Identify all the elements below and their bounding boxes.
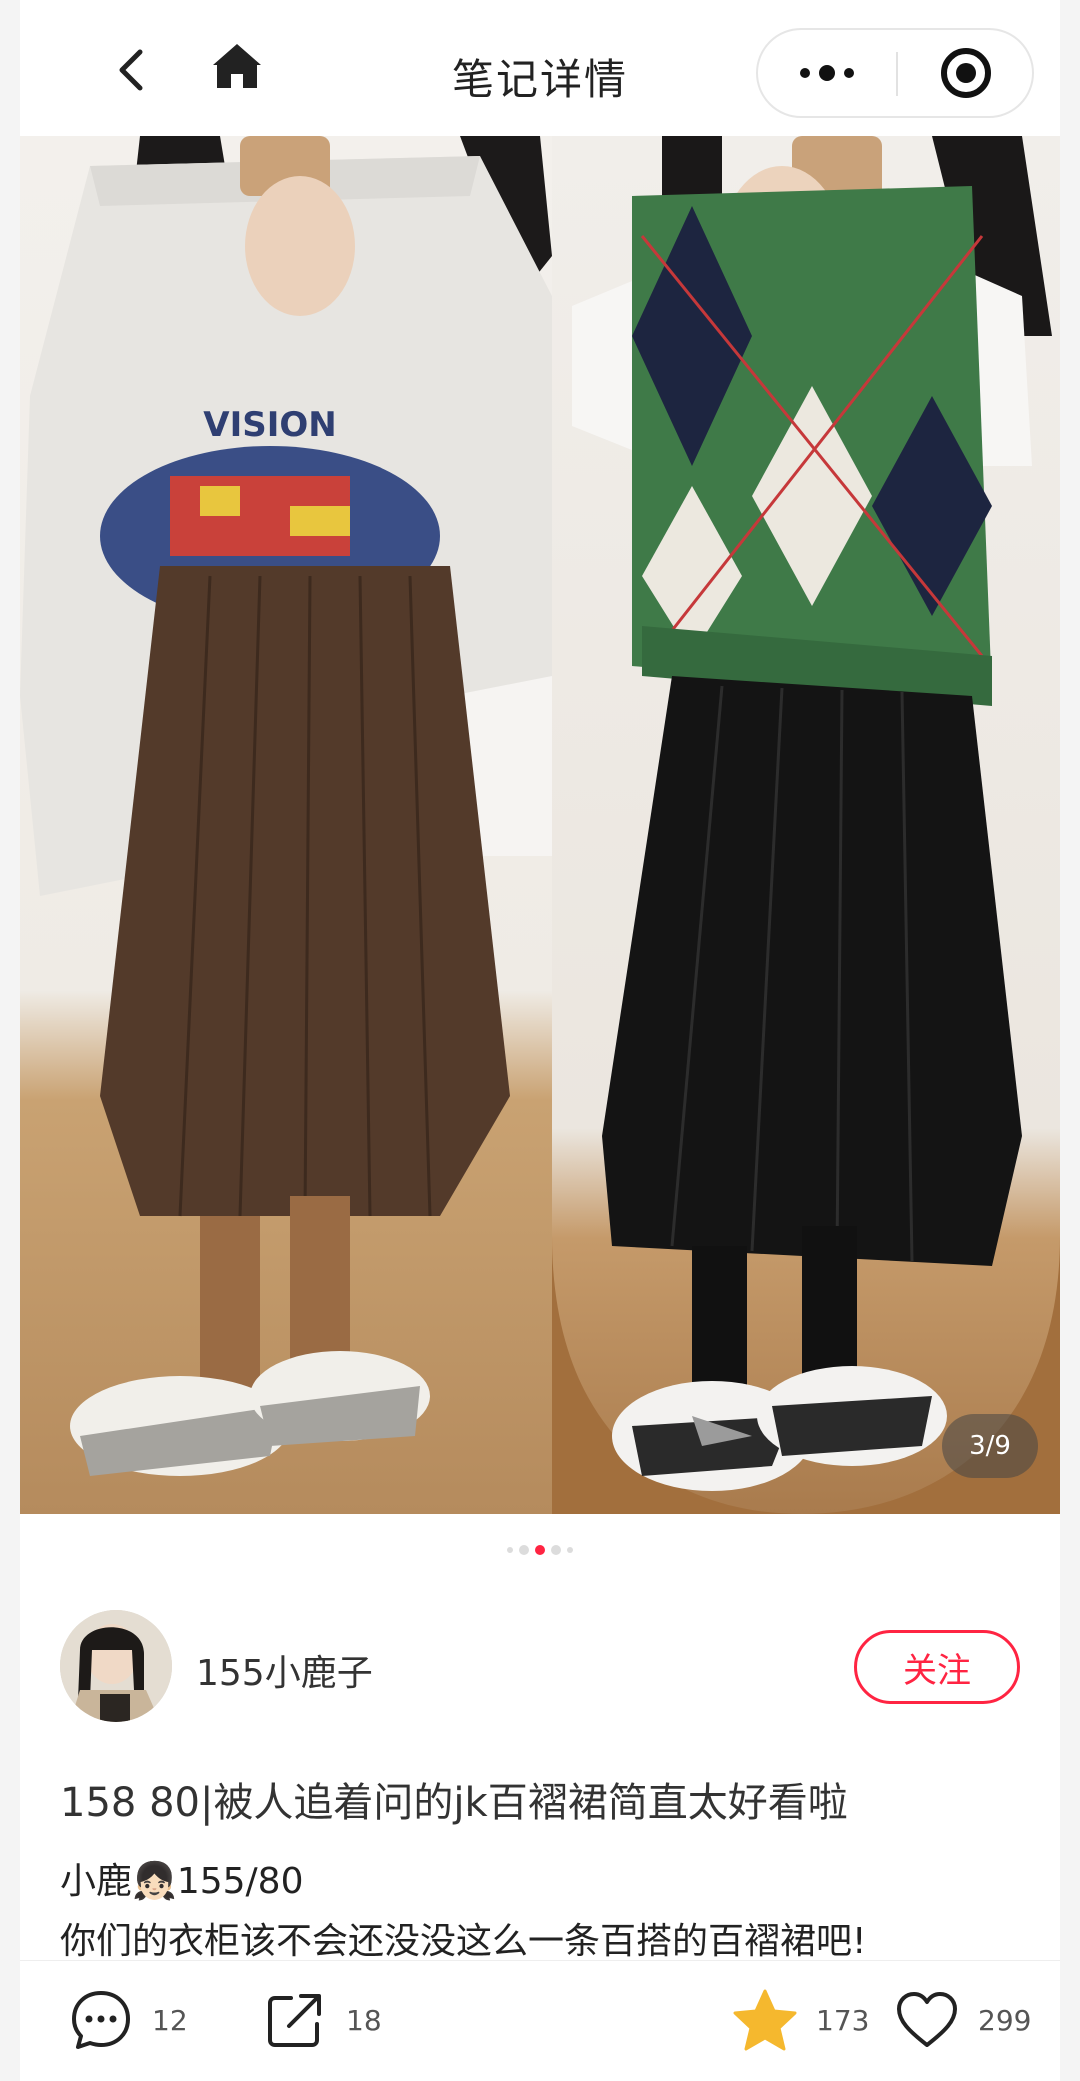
share-button[interactable]: 18 [260,1985,382,2055]
collect-button[interactable]: 173 [730,1985,869,2055]
pagination-dot-active[interactable] [535,1545,545,1555]
star-icon [730,1985,800,2055]
outfit-photo-brown-skirt: VISION MARATHON [20,136,552,1514]
note-title: 158 80|被人追着问的jk百褶裙简直太好看啦 [60,1780,848,1826]
share-icon [260,1985,330,2055]
author-row: 155小鹿子 关注 [60,1610,1020,1722]
frame-right [1060,0,1080,2081]
note-body-line: 你们的衣柜该不会还没没这么一条百搭的百褶裙吧! [60,1921,867,1962]
image-counter: 3/9 [942,1414,1038,1478]
pagination-dot[interactable] [567,1547,573,1553]
note-body: 小鹿👧🏻155/80 你们的衣柜该不会还没没这么一条百搭的百褶裙吧! [60,1852,1020,1962]
more-button[interactable] [758,30,896,116]
pagination-dots [0,1542,1080,1558]
pagination-dot[interactable] [551,1545,561,1555]
mini-program-capsule [756,28,1034,118]
collect-count: 173 [816,2003,870,2037]
pagination-dot[interactable] [507,1547,513,1553]
avatar[interactable] [60,1610,172,1722]
more-dots-icon [800,65,854,81]
pagination-dot[interactable] [519,1545,529,1555]
image-gallery[interactable]: VISION MARATHON [20,136,1060,1514]
like-count: 299 [978,2003,1032,2037]
target-close-icon [941,48,991,98]
close-button[interactable] [898,30,1034,116]
comment-count: 12 [152,2003,188,2037]
outfit-photo-black-skirt [552,136,1060,1514]
note-body-line: 小鹿👧🏻155/80 [60,1861,304,1902]
svg-text:VISION: VISION [203,405,336,445]
bottom-action-bar: 12 18 173 299 [20,1960,1060,2081]
like-button[interactable]: 299 [892,1985,1031,2055]
top-nav: 笔记详情 [20,0,1060,136]
follow-button[interactable]: 关注 [854,1630,1020,1704]
frame-left [0,0,20,2081]
author-name[interactable]: 155小鹿子 [196,1644,373,1696]
heart-icon [892,1985,962,2055]
comment-icon [66,1985,136,2055]
comment-button[interactable]: 12 [66,1985,188,2055]
share-count: 18 [346,2003,382,2037]
